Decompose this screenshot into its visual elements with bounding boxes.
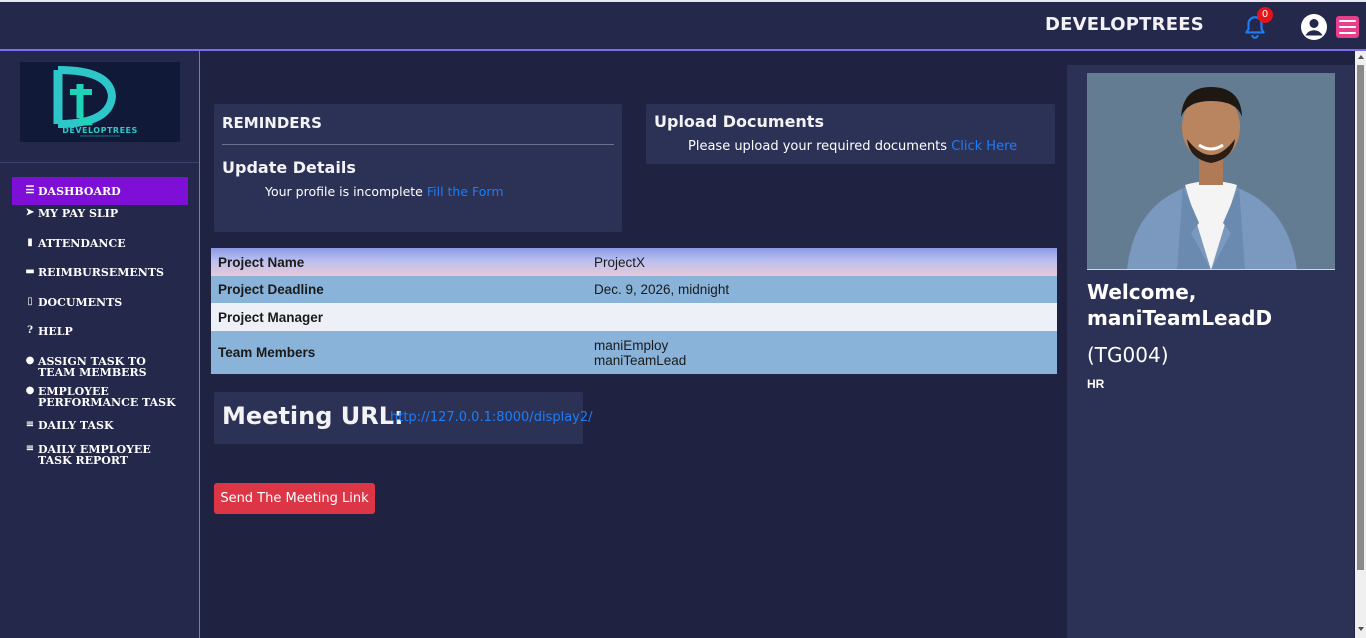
calendar-icon: ▮ <box>27 236 33 248</box>
reminders-card: REMINDERS Update Details Your profile is… <box>214 104 622 232</box>
sidebar-item-help[interactable]: ? HELP <box>12 326 188 356</box>
meeting-url-card: Meeting URL: http://127.0.0.1:8000/displ… <box>214 392 593 444</box>
company-logo: DEVELOPTREES <box>20 62 180 142</box>
profile-incomplete-message: Your profile is incomplete Fill the Form <box>265 184 504 199</box>
tasks-icon: ≡ <box>25 418 35 430</box>
user-circle-icon[interactable] <box>1300 13 1328 41</box>
upload-documents-card: Upload Documents Please upload your requ… <box>646 104 1055 164</box>
sidebar-item-documents[interactable]: ▯ DOCUMENTS <box>12 295 188 327</box>
sidebar-item-my-pay-slip[interactable]: ➤ MY PAY SLIP <box>12 208 188 238</box>
upload-message: Please upload your required documents Cl… <box>688 139 1018 154</box>
user-edit-icon: ● <box>25 384 35 396</box>
file-icon: ▯ <box>27 295 33 307</box>
update-details-title: Update Details <box>222 158 356 177</box>
click-here-link[interactable]: Click Here <box>951 139 1017 154</box>
sidebar-item-employee-performance[interactable]: ● EMPLOYEE PERFORMANCE TASK <box>12 384 188 420</box>
scroll-up-icon[interactable] <box>1358 55 1364 59</box>
project-deadline-value: Dec. 9, 2026, midnight <box>594 282 730 297</box>
sidebar-item-dashboard[interactable]: ☰ DASHBOARD <box>12 177 188 205</box>
question-circle-icon: ? <box>27 325 33 337</box>
top-navbar: DEVELOPTREES 0 <box>0 0 1366 51</box>
employee-id: (TG004) <box>1087 343 1169 367</box>
reminders-title: REMINDERS <box>222 114 322 132</box>
project-name-value: ProjectX <box>594 254 646 270</box>
project-manager-value <box>587 303 1057 331</box>
profile-photo <box>1087 73 1335 270</box>
credit-card-icon: ▬ <box>25 266 35 278</box>
paper-plane-icon: ➤ <box>25 207 35 218</box>
table-row: Project Deadline Dec. 9, 2026, midnight <box>211 276 1057 303</box>
scroll-down-icon[interactable] <box>1358 627 1364 631</box>
sidebar: DEVELOPTREES ☰ DASHBOARD ➤ MY PAY SLIP ▮… <box>0 51 200 638</box>
meeting-url-link[interactable]: http://127.0.0.1:8000/display2/ <box>390 410 593 425</box>
table-row: Team Members maniEmploy maniTeamLead <box>211 331 1057 374</box>
employee-role: HR <box>1087 377 1105 391</box>
svg-text:DEVELOPTREES: DEVELOPTREES <box>62 126 138 135</box>
team-member: maniEmploy <box>594 337 669 353</box>
project-manager-label: Project Manager <box>218 309 324 325</box>
profile-panel: Welcome, maniTeamLeadD (TG004) HR <box>1067 65 1354 638</box>
tasks-icon: ≡ <box>25 442 35 454</box>
project-name-label: Project Name <box>218 254 305 270</box>
team-members-value: maniEmploy maniTeamLead <box>587 331 1057 374</box>
sidebar-item-daily-task[interactable]: ≡ DAILY TASK <box>12 418 188 444</box>
project-deadline-label: Project Deadline <box>218 282 324 297</box>
sidebar-item-assign-task[interactable]: ● ASSIGN TASK TO TEAM MEMBERS <box>12 354 188 386</box>
users-icon: ● <box>25 354 35 366</box>
sidebar-item-daily-employee-task-report[interactable]: ≡ DAILY EMPLOYEE TASK REPORT <box>12 442 188 474</box>
sidebar-item-reimbursements[interactable]: ▬ REIMBURSEMENTS <box>12 267 188 297</box>
hamburger-menu-icon[interactable] <box>1336 16 1359 38</box>
list-icon: ☰ <box>25 185 35 196</box>
upload-documents-title: Upload Documents <box>654 112 824 131</box>
fill-form-link[interactable]: Fill the Form <box>427 184 504 199</box>
project-table: Project Name ProjectX Project Deadline D… <box>211 248 1057 374</box>
brand-title[interactable]: DEVELOPTREES <box>1045 14 1204 35</box>
send-meeting-link-button[interactable]: Send The Meeting Link <box>214 483 375 514</box>
team-member: maniTeamLead <box>594 352 687 368</box>
divider <box>222 144 614 145</box>
sidebar-divider <box>0 162 199 163</box>
sidebar-nav: ☰ DASHBOARD ➤ MY PAY SLIP ▮ ATTENDANCE ▬… <box>12 177 188 474</box>
meeting-url-label: Meeting URL: <box>222 402 404 430</box>
table-row: Project Name ProjectX <box>211 248 1057 276</box>
team-members-label: Team Members <box>218 345 316 360</box>
sidebar-item-attendance[interactable]: ▮ ATTENDANCE <box>12 236 188 268</box>
welcome-text: Welcome, maniTeamLeadD <box>1087 280 1273 330</box>
scrollbar-thumb[interactable] <box>1357 65 1364 570</box>
profile-username: maniTeamLeadD <box>1087 306 1273 330</box>
notification-badge: 0 <box>1257 7 1273 23</box>
table-row: Project Manager <box>211 303 1057 331</box>
